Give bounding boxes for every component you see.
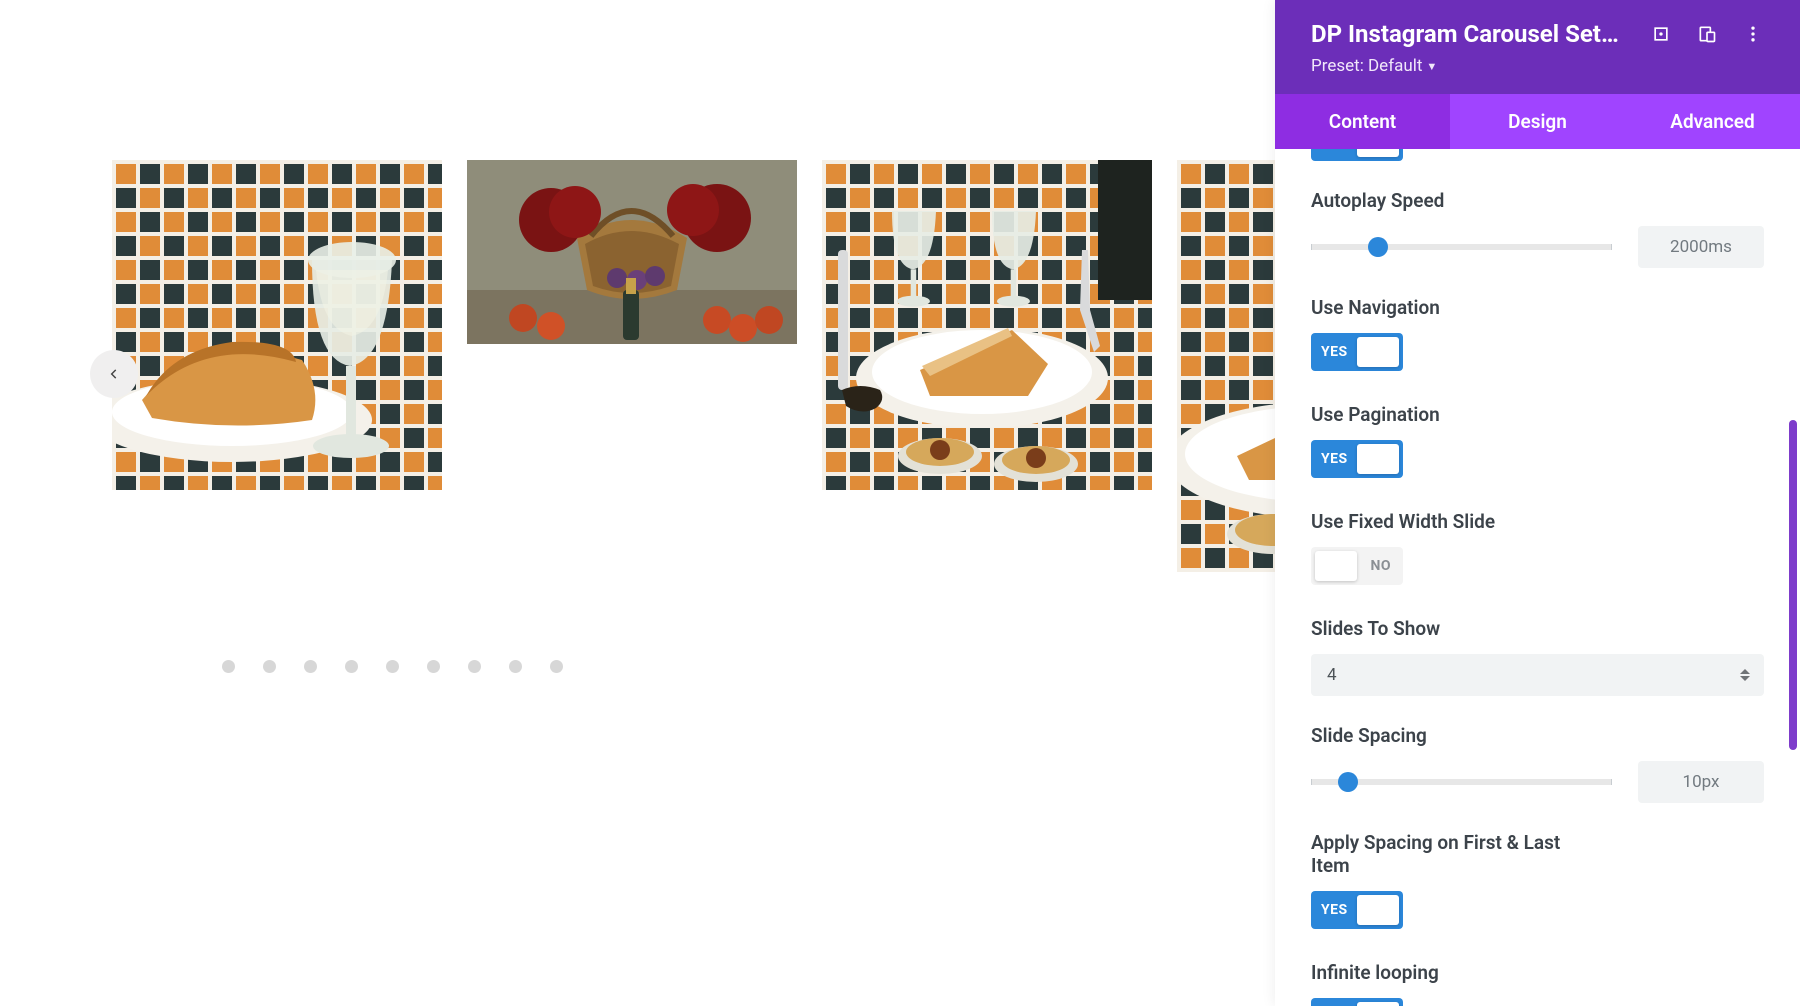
carousel-dot[interactable]: [550, 660, 563, 673]
settings-panel: DP Instagram Carousel Sett... Preset: De…: [1275, 0, 1800, 1006]
expand-icon[interactable]: [1650, 23, 1672, 45]
label-apply-spacing-first-last: Apply Spacing on First & Last Item: [1311, 831, 1591, 877]
settings-header: DP Instagram Carousel Sett... Preset: De…: [1275, 0, 1800, 94]
toggle-handle: [1357, 895, 1399, 925]
toggle-infinite-looping[interactable]: YES: [1311, 998, 1403, 1006]
carousel-slide[interactable]: [467, 160, 797, 344]
tab-content[interactable]: Content: [1275, 94, 1450, 149]
carousel-pagination: [0, 660, 785, 673]
toggle-handle: [1357, 1002, 1399, 1006]
carousel-dot[interactable]: [427, 660, 440, 673]
tab-design[interactable]: Design: [1450, 94, 1625, 149]
settings-body: Autoplay Speed 2000ms Use Navigation YES…: [1275, 149, 1800, 1006]
settings-tabbar: Content Design Advanced: [1275, 94, 1800, 149]
carousel-slide[interactable]: [822, 160, 1152, 490]
carousel-dot[interactable]: [468, 660, 481, 673]
select-caret-icon: [1740, 669, 1750, 681]
slider-slide-spacing[interactable]: [1311, 779, 1612, 785]
toggle-label: YES: [1321, 451, 1348, 467]
carousel-dot[interactable]: [304, 660, 317, 673]
carousel-slide[interactable]: [112, 160, 442, 490]
carousel-prev-button[interactable]: [90, 350, 138, 398]
carousel-slide[interactable]: [1177, 160, 1275, 572]
toggle-autoplay-partial[interactable]: [1311, 149, 1403, 161]
more-icon[interactable]: [1742, 23, 1764, 45]
tab-advanced[interactable]: Advanced: [1625, 94, 1800, 149]
toggle-label: YES: [1321, 344, 1348, 360]
select-slides-to-show[interactable]: 4: [1311, 654, 1764, 696]
toggle-use-fixed-width[interactable]: NO: [1311, 547, 1403, 585]
responsive-icon[interactable]: [1696, 23, 1718, 45]
preset-label-text: Preset: Default: [1311, 56, 1422, 76]
label-slide-spacing: Slide Spacing: [1311, 724, 1764, 747]
carousel: [0, 160, 1275, 572]
carousel-dot[interactable]: [222, 660, 235, 673]
toggle-apply-spacing-first-last[interactable]: YES: [1311, 891, 1403, 929]
output-slide-spacing[interactable]: 10px: [1638, 761, 1764, 803]
scrollbar-thumb[interactable]: [1789, 420, 1797, 750]
toggle-use-navigation[interactable]: YES: [1311, 333, 1403, 371]
slider-thumb[interactable]: [1338, 772, 1358, 792]
preset-dropdown[interactable]: Preset: Default ▼: [1311, 56, 1437, 76]
carousel-dot[interactable]: [386, 660, 399, 673]
label-use-pagination: Use Pagination: [1311, 403, 1764, 426]
slider-autoplay-speed[interactable]: [1311, 244, 1612, 250]
label-use-navigation: Use Navigation: [1311, 296, 1764, 319]
label-use-fixed-width: Use Fixed Width Slide: [1311, 510, 1764, 533]
label-infinite-looping: Infinite looping: [1311, 961, 1764, 984]
select-value: 4: [1327, 665, 1337, 685]
toggle-handle: [1357, 337, 1399, 367]
caret-down-icon: ▼: [1426, 60, 1437, 73]
label-autoplay-speed: Autoplay Speed: [1311, 189, 1764, 212]
toggle-use-pagination[interactable]: YES: [1311, 440, 1403, 478]
carousel-dot[interactable]: [263, 660, 276, 673]
toggle-handle: [1357, 444, 1399, 474]
output-autoplay-speed[interactable]: 2000ms: [1638, 226, 1764, 268]
toggle-label: NO: [1370, 558, 1391, 574]
carousel-dot[interactable]: [345, 660, 358, 673]
preview-canvas: [0, 0, 1275, 1006]
toggle-label: YES: [1321, 902, 1348, 918]
slider-thumb[interactable]: [1368, 237, 1388, 257]
settings-title: DP Instagram Carousel Sett...: [1311, 20, 1626, 48]
carousel-dot[interactable]: [509, 660, 522, 673]
toggle-handle: [1315, 551, 1357, 581]
label-slides-to-show: Slides To Show: [1311, 617, 1764, 640]
